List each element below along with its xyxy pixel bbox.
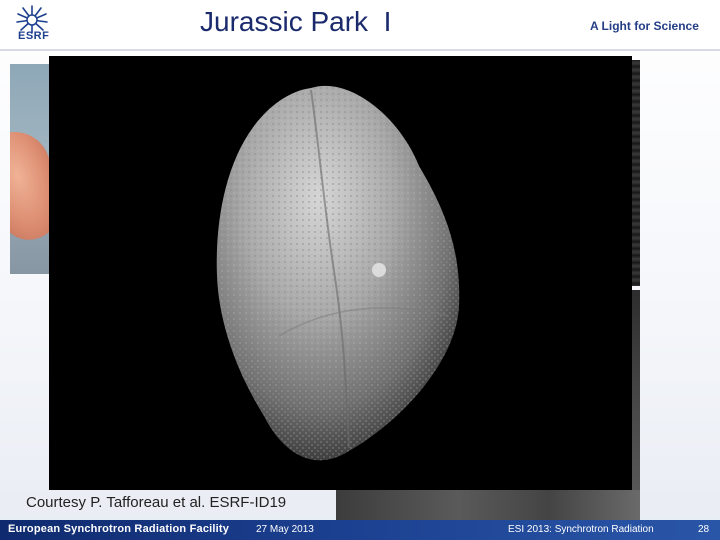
tagline: A Light for Science	[590, 19, 699, 33]
logo-wordmark: ESRF	[18, 30, 50, 42]
xray-section-image-bottom	[336, 490, 640, 520]
slide-footer: European Synchrotron Radiation Facility …	[0, 520, 720, 540]
header-divider	[0, 49, 720, 51]
image-credit-caption: Courtesy P. Tafforeau et al. ESRF-ID19	[26, 494, 287, 511]
page-number: 28	[698, 524, 710, 535]
footer-organization: European Synchrotron Radiation Facility	[8, 523, 230, 535]
slide-title: Jurassic Park I	[200, 6, 392, 37]
footer-event: ESI 2013: Synchrotron Radiation	[508, 524, 654, 535]
slide-header: ESRF Jurassic Park I A Light for Science	[0, 0, 720, 52]
fossil-3d-rendering	[49, 56, 632, 490]
footer-date: 27 May 2013	[256, 524, 314, 535]
